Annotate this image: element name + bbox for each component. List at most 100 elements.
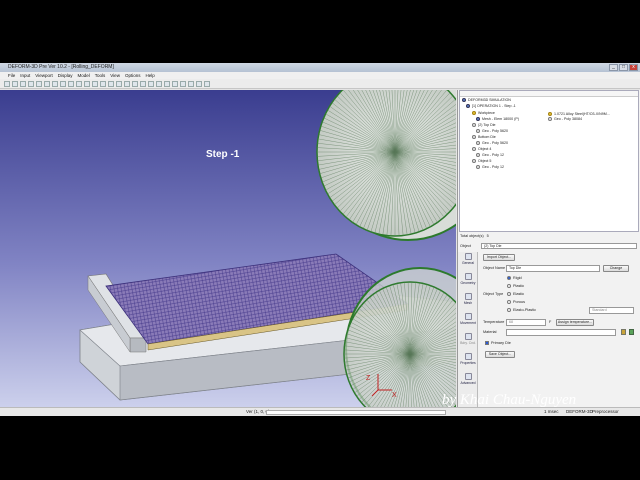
save-object-button[interactable]: Save Object...: [485, 351, 515, 358]
save-icon[interactable]: [20, 81, 26, 87]
grid-icon[interactable]: [180, 81, 186, 87]
close-button[interactable]: x: [629, 64, 638, 71]
menu-options[interactable]: Options: [125, 72, 141, 79]
menu-model[interactable]: Model: [77, 72, 89, 79]
measure-icon[interactable]: [140, 81, 146, 87]
object-tree[interactable]: DEFORM3D SIMULATION [1] OPERATION 1 - St…: [459, 90, 639, 232]
color-icon[interactable]: [172, 81, 178, 87]
menu-view[interactable]: View: [110, 72, 120, 79]
material-library-icon[interactable]: [629, 329, 634, 335]
refresh-icon[interactable]: [148, 81, 154, 87]
minimize-button[interactable]: _: [609, 64, 618, 71]
select-icon[interactable]: [132, 81, 138, 87]
application-window: DEFORM-3D Pre Ver 10.2 - [Rolling_DEFORM…: [0, 63, 640, 416]
shade-icon[interactable]: [108, 81, 114, 87]
tree-object-5-geo[interactable]: Geo - Poly 12: [476, 164, 504, 170]
geometry-icon: [548, 117, 552, 121]
step-label: Step -1: [206, 149, 240, 160]
axis-x-label: X: [392, 392, 397, 399]
menu-help[interactable]: Help: [145, 72, 154, 79]
object-selector[interactable]: (2) Top Die: [481, 243, 637, 249]
fit-icon[interactable]: [68, 81, 74, 87]
zoom-box-icon[interactable]: [60, 81, 66, 87]
wireframe-icon[interactable]: [116, 81, 122, 87]
temperature-label: Temperature: [483, 320, 505, 324]
menu-file[interactable]: File: [8, 72, 15, 79]
view-y-icon[interactable]: [92, 81, 98, 87]
snapshot-icon[interactable]: [188, 81, 194, 87]
tab-properties[interactable]: Properties: [459, 352, 477, 370]
die-icon: [472, 123, 476, 127]
operation-icon: [466, 104, 470, 108]
assign-temperature-button[interactable]: Assign temperature...: [556, 319, 594, 326]
import-object-button[interactable]: Import Object...: [483, 254, 515, 261]
type-elasto-plastic[interactable]: Elasto-Plastic: [507, 308, 536, 312]
menu-input[interactable]: Input: [20, 72, 30, 79]
general-properties: Import Object... Object Name Top Die Cha…: [479, 252, 640, 407]
tab-general[interactable]: General: [459, 252, 477, 270]
object-type-label: Object Type: [483, 292, 504, 296]
change-button[interactable]: Change: [603, 265, 629, 272]
movement-icon: [464, 313, 472, 320]
tab-advanced[interactable]: Advanced: [459, 372, 477, 390]
tab-geometry[interactable]: Geometry: [459, 272, 477, 290]
menu-display[interactable]: Display: [58, 72, 73, 79]
totals-count: 5: [486, 234, 489, 238]
3d-viewport[interactable]: Step -1 Z X: [0, 90, 456, 407]
zoom-icon[interactable]: [52, 81, 58, 87]
material-folder-icon[interactable]: [621, 329, 626, 335]
side-tabs: General Geometry Mesh Movement Bdry. Cnd…: [458, 252, 478, 407]
type-rigid[interactable]: Rigid: [507, 276, 522, 280]
menu-viewport[interactable]: Viewport: [35, 72, 52, 79]
status-processor: Preprocessor: [592, 409, 619, 414]
window-title: DEFORM-3D Pre Ver 10.2 - [Rolling_DEFORM…: [8, 64, 114, 70]
window-controls: _ □ x: [609, 64, 638, 71]
view-x-icon[interactable]: [84, 81, 90, 87]
print-icon[interactable]: [28, 81, 34, 87]
light-icon[interactable]: [164, 81, 170, 87]
material-label: Material: [483, 330, 497, 334]
object-icon: [472, 147, 476, 151]
status-time: 1 msec: [544, 409, 559, 414]
new-icon[interactable]: [4, 81, 10, 87]
mesh-icon[interactable]: [124, 81, 130, 87]
open-icon[interactable]: [12, 81, 18, 87]
geometry-icon: [464, 273, 472, 280]
menu-tools[interactable]: Tools: [95, 72, 106, 79]
view-z-icon[interactable]: [100, 81, 106, 87]
type-elastic[interactable]: Elastic: [507, 292, 524, 296]
standard-select[interactable]: Standard: [589, 307, 634, 314]
type-plastic[interactable]: Plastic: [507, 284, 524, 288]
boundary-icon: [464, 333, 472, 340]
scene-graphics: [79, 90, 456, 407]
pan-icon[interactable]: [36, 81, 42, 87]
primary-die-checkbox[interactable]: Primary Die: [485, 341, 511, 345]
mesh-icon: [464, 293, 472, 300]
help-icon[interactable]: [204, 81, 210, 87]
status-progress: [266, 410, 446, 415]
tab-boundary[interactable]: Bdry. Cnd.: [459, 332, 477, 350]
radio-off-icon: [507, 292, 511, 296]
menu-bar: File Input Viewport Display Model Tools …: [0, 72, 640, 79]
workpiece-icon: [472, 111, 476, 115]
material-select[interactable]: [506, 329, 616, 336]
tree-operation[interactable]: [1] OPERATION 1 - Step -1: [466, 103, 516, 109]
maximize-button[interactable]: □: [619, 64, 628, 71]
axes-icon[interactable]: [156, 81, 162, 87]
checkbox-checked-icon: [485, 341, 489, 345]
tab-movement[interactable]: Movement: [459, 312, 477, 330]
rotate-icon[interactable]: [44, 81, 50, 87]
tree-workpiece-geo[interactable]: Geo - Poly 38084: [548, 116, 582, 122]
radio-off-icon: [507, 308, 511, 312]
object-name-field[interactable]: Top Die: [506, 265, 600, 272]
tab-mesh[interactable]: Mesh: [459, 292, 477, 310]
type-porous[interactable]: Porous: [507, 300, 525, 304]
title-bar: DEFORM-3D Pre Ver 10.2 - [Rolling_DEFORM…: [0, 63, 640, 72]
author-watermark: by Khai Chau-Nguyen: [442, 392, 577, 408]
advanced-icon: [464, 373, 472, 380]
view-iso-icon[interactable]: [76, 81, 82, 87]
settings-icon[interactable]: [196, 81, 202, 87]
temperature-field[interactable]: 68: [506, 319, 546, 326]
object-panel: DEFORM3D SIMULATION [1] OPERATION 1 - St…: [457, 90, 640, 407]
totals-label: Total object(s): [460, 234, 484, 238]
